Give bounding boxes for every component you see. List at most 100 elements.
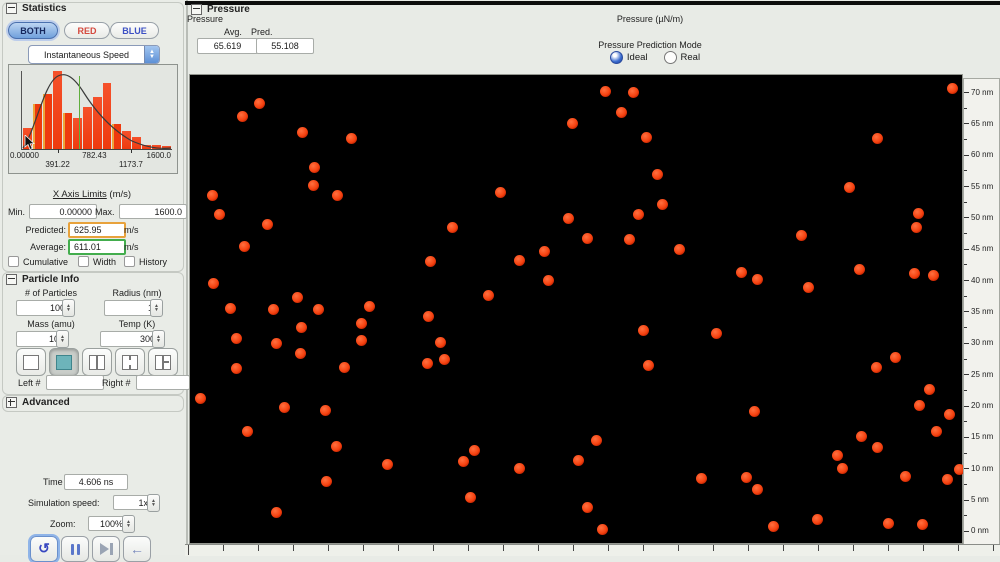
ruler-tick bbox=[678, 545, 679, 551]
red-button[interactable]: RED bbox=[64, 22, 110, 39]
blue-button[interactable]: BLUE bbox=[110, 22, 159, 39]
particle bbox=[871, 132, 883, 144]
filled-box-button[interactable] bbox=[49, 348, 79, 376]
pause-button[interactable] bbox=[61, 536, 89, 562]
checkbox-cumulative[interactable]: Cumulative bbox=[8, 256, 68, 267]
statistics-header[interactable]: Statistics bbox=[6, 3, 66, 14]
open-box-button[interactable] bbox=[16, 348, 46, 376]
step-back-button[interactable]: ← bbox=[123, 536, 151, 562]
step-forward-button[interactable] bbox=[92, 536, 120, 562]
particle-info-header[interactable]: Particle Info bbox=[6, 274, 79, 285]
reset-button[interactable]: ↺ bbox=[30, 536, 58, 562]
statistic-type-dropdown[interactable]: Instantaneous Speed ▲ ▼ bbox=[28, 45, 160, 64]
checkbox-box[interactable] bbox=[8, 256, 19, 267]
left-count-input[interactable] bbox=[46, 375, 104, 390]
right-count-input[interactable] bbox=[136, 375, 190, 390]
temp-label: Temp (K) bbox=[118, 319, 156, 329]
num-particles-stepper[interactable]: ▲ ▼ bbox=[62, 299, 75, 317]
particle bbox=[943, 408, 955, 420]
right-count-label: Right # bbox=[102, 378, 131, 388]
ruler-major-tick bbox=[964, 499, 969, 501]
ruler-tick bbox=[643, 545, 644, 551]
checkbox-width[interactable]: Width bbox=[78, 256, 116, 267]
simulation-speed-stepper[interactable]: ▲ ▼ bbox=[147, 494, 160, 512]
radio-icon[interactable] bbox=[609, 51, 623, 64]
particle bbox=[695, 472, 707, 484]
left-control-panel: Statistics BOTH RED BLUE Instantaneous S… bbox=[0, 0, 190, 562]
ruler-tick bbox=[398, 545, 399, 551]
average-input[interactable]: 611.01 bbox=[68, 239, 126, 255]
divided-box-button[interactable] bbox=[82, 348, 112, 376]
histogram-x-tickmark bbox=[130, 149, 132, 153]
particle bbox=[213, 208, 225, 220]
divided-box-icon bbox=[89, 354, 105, 370]
checkbox-label: Width bbox=[93, 256, 117, 267]
particle bbox=[482, 289, 494, 301]
checkbox-box[interactable] bbox=[124, 256, 135, 267]
particle bbox=[230, 362, 242, 374]
particle bbox=[295, 321, 307, 333]
collapse-icon[interactable] bbox=[6, 274, 17, 285]
pressure-avg-field: 65.619 bbox=[197, 38, 258, 54]
particle bbox=[355, 317, 367, 329]
mass-stepper[interactable]: ▲ ▼ bbox=[56, 330, 69, 348]
advanced-title: Advanced bbox=[22, 397, 70, 408]
particle bbox=[308, 161, 320, 173]
particle bbox=[946, 82, 958, 94]
ruler-major-tick bbox=[964, 311, 969, 313]
advanced-header[interactable]: Advanced bbox=[6, 397, 70, 408]
checkbox-history[interactable]: History bbox=[124, 256, 167, 267]
particle bbox=[438, 353, 450, 365]
ruler-minor-tick bbox=[964, 389, 967, 391]
particle bbox=[513, 462, 525, 474]
pred-label: Pred. bbox=[251, 27, 273, 37]
divided-box-gap-button[interactable] bbox=[115, 348, 145, 376]
particle bbox=[735, 266, 747, 278]
particle bbox=[468, 444, 480, 456]
ruler-major-tick bbox=[964, 154, 969, 156]
radius-label: Radius (nm) bbox=[112, 288, 162, 298]
ruler-label: 30 nm bbox=[971, 338, 994, 348]
mode-option-ideal[interactable]: Ideal bbox=[609, 51, 648, 64]
particle bbox=[194, 392, 206, 404]
particle bbox=[627, 86, 639, 98]
zoom-stepper[interactable]: ▲ ▼ bbox=[122, 515, 135, 533]
ruler-tick bbox=[573, 545, 574, 551]
radius-stepper[interactable]: ▲ ▼ bbox=[150, 299, 163, 317]
particle bbox=[795, 229, 807, 241]
open-box-icon bbox=[23, 354, 39, 370]
back-arrow-icon: ← bbox=[130, 541, 144, 557]
ruler-label: 20 nm bbox=[971, 401, 994, 410]
particle bbox=[542, 274, 554, 286]
dropdown-stepper-icon[interactable]: ▲ ▼ bbox=[144, 46, 159, 63]
mode-option-real[interactable]: Real bbox=[663, 51, 700, 64]
particle bbox=[291, 291, 303, 303]
particle bbox=[572, 454, 584, 466]
divided-box-handle-button[interactable] bbox=[148, 348, 178, 376]
radio-icon[interactable] bbox=[663, 51, 677, 64]
ruler-major-tick bbox=[964, 248, 969, 250]
collapse-icon[interactable] bbox=[6, 3, 17, 14]
particle-info-title: Particle Info bbox=[22, 274, 80, 285]
ruler-tick bbox=[223, 545, 224, 551]
max-input[interactable]: 1600.0 bbox=[119, 204, 187, 219]
max-label: Max. bbox=[95, 207, 115, 217]
particle bbox=[673, 243, 685, 255]
particle bbox=[307, 179, 319, 191]
temp-stepper[interactable]: ▲ ▼ bbox=[152, 330, 165, 348]
speed-histogram[interactable]: 0.00000 391.22 782.43 1173.7 1600.0 bbox=[8, 64, 178, 174]
ruler-major-tick bbox=[964, 186, 969, 188]
ruler-tick bbox=[993, 545, 994, 551]
mouse-cursor-icon bbox=[24, 135, 35, 151]
ruler-label: 50 nm bbox=[971, 212, 994, 222]
left-count-label: Left # bbox=[18, 378, 41, 388]
min-input[interactable]: 0.00000 bbox=[29, 204, 97, 219]
temp-input[interactable]: 300 bbox=[100, 331, 160, 347]
checkbox-box[interactable] bbox=[78, 256, 89, 267]
ruler-major-tick bbox=[964, 217, 969, 219]
predicted-input[interactable]: 625.95 bbox=[68, 222, 126, 238]
expand-icon[interactable] bbox=[6, 397, 17, 408]
particle bbox=[871, 441, 883, 453]
both-button[interactable]: BOTH bbox=[8, 22, 58, 39]
particle bbox=[751, 483, 763, 495]
